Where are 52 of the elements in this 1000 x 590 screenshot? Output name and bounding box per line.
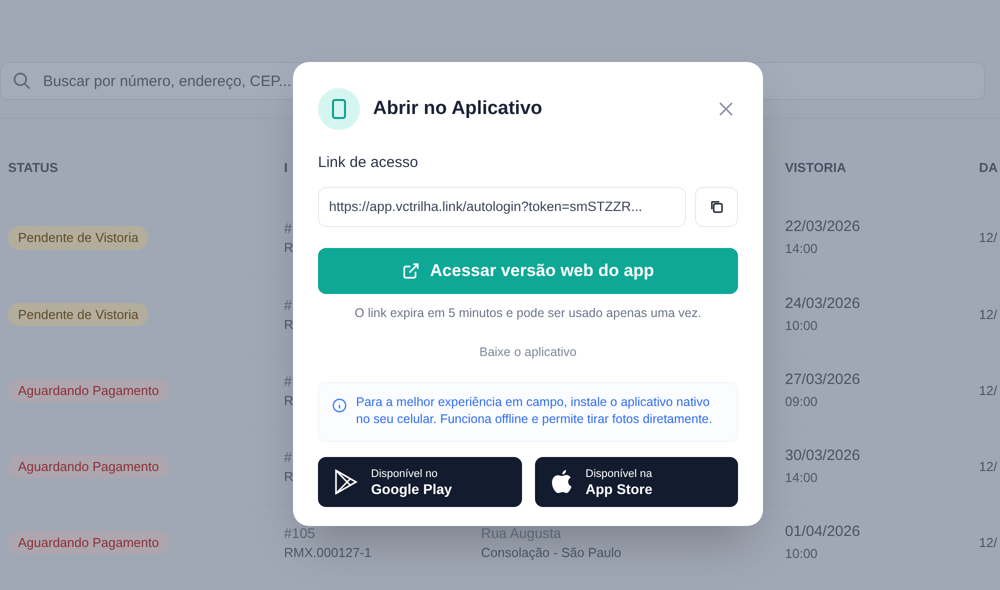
section-label: Baixe o aplicativo <box>479 344 577 362</box>
date-text: 12/ <box>979 534 998 550</box>
date-text: 30/03/2026 <box>785 446 860 466</box>
code-text: R <box>284 316 294 334</box>
dialog-title: Abrir no Aplicativo <box>373 96 544 121</box>
time-text: 10:00 <box>785 316 818 334</box>
status-badge: Aguardando Pagamento <box>8 454 169 478</box>
column-header: DA <box>979 160 998 174</box>
copy-icon <box>710 200 723 213</box>
time-text: 14:00 <box>785 468 818 486</box>
note-text: O link expira em 5 minutos e pode ser usado apenas uma vez. <box>354 304 702 322</box>
store-button[interactable]: Disponível no Google Play <box>318 457 522 507</box>
column-header: VISTORIA <box>785 160 846 174</box>
id-text: #105 <box>284 524 316 542</box>
time-text: 10:00 <box>785 544 818 562</box>
play-icon <box>334 469 358 495</box>
code-text: R <box>284 239 294 257</box>
status-badge: Pendente de Vistoria <box>8 226 148 250</box>
status-badge: Pendente de Vistoria <box>8 302 148 326</box>
date-text: 24/03/2026 <box>785 294 860 314</box>
time-text: 14:00 <box>785 240 818 258</box>
time-text: 09:00 <box>785 392 818 410</box>
district-text: Consolação - São Paulo <box>481 544 622 562</box>
date-text: 22/03/2026 <box>785 217 860 237</box>
status-badge: Aguardando Pagamento <box>8 378 169 402</box>
close-icon <box>719 102 733 116</box>
column-header: STATUS <box>8 160 58 174</box>
code-text: R <box>284 468 294 486</box>
date-text: 27/03/2026 <box>785 370 860 390</box>
code-text: RMX.000127-1 <box>284 544 372 562</box>
apple-icon <box>550 469 572 495</box>
info-icon <box>332 398 347 413</box>
status-badge: Aguardando Pagamento <box>8 530 169 554</box>
copy-button[interactable] <box>695 186 738 226</box>
phone-icon <box>318 88 360 130</box>
date-text: 12/ <box>979 230 998 245</box>
id-text: # <box>284 219 292 238</box>
code-text: R <box>284 392 294 410</box>
link-field[interactable]: https://app.vctrilha.link/autologin?token=smSTZZR... <box>318 186 686 226</box>
id-text: # <box>284 296 292 314</box>
date-text: 01/04/2026 <box>785 522 860 542</box>
store-button[interactable]: Disponível na App Store <box>534 457 738 507</box>
external-link-icon <box>402 262 420 280</box>
date-text: 12/ <box>979 382 998 398</box>
field-label: Link de acesso <box>318 153 418 173</box>
column-header: I <box>284 160 288 174</box>
info-text: Para a melhor experiência em campo, instale o aplicativo nativo no seu celular. Funciona offline e permite tirar fotos diretamente. <box>356 394 714 428</box>
date-text: 12/ <box>979 458 998 474</box>
id-text: # <box>284 372 292 390</box>
date-text: 12/ <box>979 306 998 322</box>
search-icon <box>12 71 32 91</box>
id-text: # <box>284 448 292 466</box>
